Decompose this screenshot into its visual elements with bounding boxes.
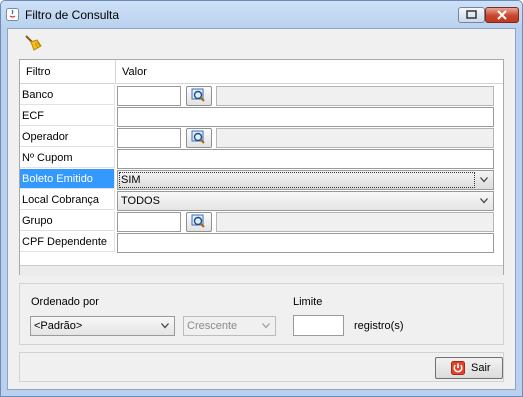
operador-search-button[interactable] <box>186 128 212 148</box>
ecf-input[interactable] <box>117 107 494 127</box>
boleto-emitido-select[interactable]: SIM <box>117 170 494 190</box>
filter-label-boleto-emitido: Boleto Emitido <box>20 169 115 189</box>
filter-label-cupom: Nº Cupom <box>20 148 115 168</box>
banco-code-input[interactable] <box>117 86 181 106</box>
focus-ring <box>119 172 475 188</box>
banco-description-field <box>216 86 494 106</box>
filter-label-ecf: ECF <box>20 106 115 126</box>
grupo-code-input[interactable] <box>117 212 181 232</box>
order-by-label: Ordenado por <box>31 296 99 308</box>
search-icon <box>191 88 205 102</box>
client-area: Filtro Valor Banco ECF Operador Nº Cupom… <box>7 28 516 390</box>
chevron-down-icon <box>480 177 488 183</box>
order-by-select[interactable]: <Padrão> <box>30 316 175 336</box>
java-app-icon <box>6 8 19 21</box>
filter-label-cpf-dependente: CPF Dependente <box>20 232 115 252</box>
exit-button-label: Sair <box>471 362 491 374</box>
power-off-icon <box>451 361 465 375</box>
order-by-value: <Padrão> <box>34 320 83 332</box>
banco-search-button[interactable] <box>186 86 212 106</box>
header-filtro: Filtro <box>20 60 116 84</box>
local-cobranca-select[interactable]: TODOS <box>117 191 494 211</box>
order-direction-select[interactable]: Crescente <box>183 316 276 336</box>
cupom-input[interactable] <box>117 149 494 169</box>
restore-button[interactable] <box>458 7 485 23</box>
filter-table: Filtro Valor Banco ECF Operador Nº Cupom… <box>19 59 504 276</box>
header-valor: Valor <box>116 60 503 84</box>
close-button[interactable] <box>485 7 519 23</box>
cpf-dependente-input[interactable] <box>117 233 494 253</box>
operador-code-input[interactable] <box>117 128 181 148</box>
grupo-search-button[interactable] <box>186 212 212 232</box>
chevron-down-icon <box>480 198 488 204</box>
limit-label: Limite <box>293 296 323 308</box>
chevron-down-icon <box>262 323 270 329</box>
bottom-bar: Sair <box>19 352 504 382</box>
clear-filters-icon[interactable] <box>23 34 43 52</box>
order-direction-value: Crescente <box>187 320 238 332</box>
filter-window: Filtro de Consulta Filtro Valor Banco EC… <box>0 0 523 397</box>
search-icon <box>191 130 205 144</box>
local-cobranca-value: TODOS <box>121 195 160 207</box>
chevron-down-icon <box>161 323 169 329</box>
filter-label-local-cobranca: Local Cobrança <box>20 190 115 210</box>
search-icon <box>191 214 205 228</box>
filter-label-operador: Operador <box>20 127 115 147</box>
table-footer-strip <box>20 265 503 276</box>
grupo-description-field <box>216 212 494 232</box>
limit-suffix-label: registro(s) <box>354 320 404 332</box>
window-title: Filtro de Consulta <box>25 8 120 22</box>
restore-icon <box>466 10 477 19</box>
filter-label-grupo: Grupo <box>20 211 115 231</box>
exit-button[interactable]: Sair <box>435 357 503 379</box>
close-icon <box>497 10 507 20</box>
operador-description-field <box>216 128 494 148</box>
title-bar[interactable]: Filtro de Consulta <box>1 1 522 29</box>
filter-label-banco: Banco <box>20 85 115 105</box>
order-panel: Ordenado por <Padrão> Crescente Limite r… <box>19 283 504 345</box>
limit-input[interactable] <box>293 315 344 336</box>
